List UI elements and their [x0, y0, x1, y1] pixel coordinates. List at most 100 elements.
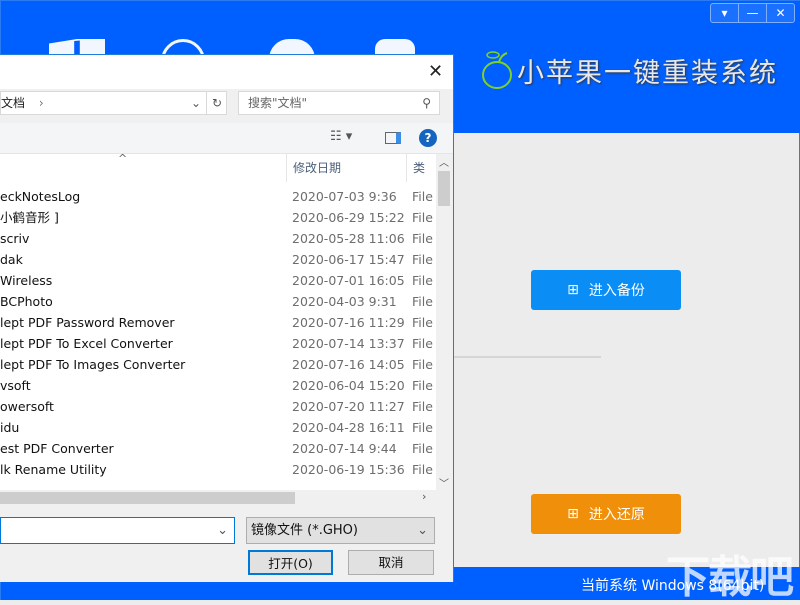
scroll-up-icon[interactable]: ︿: [436, 154, 452, 171]
file-row[interactable]: idu 2020-04-28 16:11 File: [0, 417, 436, 438]
breadcrumb-chevron-icon[interactable]: ›: [39, 96, 44, 110]
file-row[interactable]: BCPhoto 2020-04-03 9:31 File: [0, 291, 436, 312]
file-date: 2020-04-03 9:31: [292, 294, 397, 309]
windows-icon: ⊞: [567, 282, 579, 298]
file-row[interactable]: eckNotesLog 2020-07-03 9:36 File: [0, 186, 436, 207]
file-name: lk Rename Utility: [0, 462, 107, 477]
view-options-icon[interactable]: ☷ ▾: [330, 129, 352, 144]
file-name: owersoft: [0, 399, 54, 414]
search-input[interactable]: 搜索"文档" ⚲: [238, 91, 440, 115]
file-name: lept PDF To Images Converter: [0, 357, 186, 372]
file-list: ^ 修改日期 类型 eckNotesLog 2020-07-03 9:36 File…: [0, 154, 436, 490]
file-date: 2020-06-17 15:47: [292, 252, 405, 267]
divider: [453, 356, 601, 358]
windows-icon: ⊞: [567, 506, 579, 522]
file-type: File: [412, 357, 433, 372]
filename-input[interactable]: ⌄: [0, 517, 235, 544]
file-type-select[interactable]: 镜像文件 (*.GHO) ⌄: [246, 517, 435, 544]
address-bar[interactable]: 文档 › ⌄ ↻: [0, 91, 227, 115]
dialog-close-button[interactable]: ✕: [428, 61, 443, 82]
file-name: 小鹤音形 ]: [0, 210, 59, 225]
hscroll-thumb[interactable]: [0, 492, 295, 504]
file-row[interactable]: Wireless 2020-07-01 16:05 File: [0, 270, 436, 291]
apple-icon: [482, 51, 512, 89]
file-row[interactable]: lept PDF Password Remover 2020-07-16 11:2…: [0, 312, 436, 333]
file-date: 2020-07-03 9:36: [292, 189, 397, 204]
app-title: 小苹果一键重装系统: [517, 57, 778, 89]
file-type: File: [412, 399, 433, 414]
vertical-scrollbar[interactable]: ︿ ﹀: [436, 154, 452, 490]
watermark-logo: 下载吧: [666, 552, 794, 603]
file-date: 2020-04-28 16:11: [292, 420, 405, 435]
open-file-dialog: ✕ 文档 › ⌄ ↻ 搜索"文档" ⚲ ☷ ▾ ? ^ 修改日期 类型 eckN…: [0, 54, 454, 582]
sort-caret-icon: ^: [118, 154, 128, 165]
chevron-down-icon[interactable]: ⌄: [417, 518, 428, 543]
file-row[interactable]: vsoft 2020-06-04 15:20 File: [0, 375, 436, 396]
file-type: File: [412, 420, 433, 435]
file-date: 2020-06-04 15:20: [292, 378, 405, 393]
open-button[interactable]: 打开(O): [248, 550, 333, 575]
file-type: File: [412, 231, 433, 246]
menu-dropdown-button[interactable]: ▾: [711, 4, 739, 22]
search-icon[interactable]: ⚲: [422, 92, 431, 114]
file-name: scriv: [0, 231, 30, 246]
preview-pane-icon[interactable]: [385, 132, 401, 144]
horizontal-scrollbar[interactable]: ›: [0, 490, 436, 506]
file-type: File: [412, 441, 433, 456]
file-type: File: [412, 252, 433, 267]
file-name: lept PDF Password Remover: [0, 315, 175, 330]
file-date: 2020-07-16 11:29: [292, 315, 405, 330]
file-name: lept PDF To Excel Converter: [0, 336, 173, 351]
file-row[interactable]: dak 2020-06-17 15:47 File: [0, 249, 436, 270]
backup-button[interactable]: ⊞ 进入备份: [531, 270, 681, 310]
refresh-icon[interactable]: ↻: [206, 92, 227, 114]
window-controls: ▾ — ✕: [710, 3, 795, 23]
file-row[interactable]: owersoft 2020-07-20 11:27 File: [0, 396, 436, 417]
file-row[interactable]: scriv 2020-05-28 11:06 File: [0, 228, 436, 249]
file-date: 2020-07-16 14:05: [292, 357, 405, 372]
file-row[interactable]: lept PDF To Images Converter 2020-07-16 1…: [0, 354, 436, 375]
file-name: Wireless: [0, 273, 53, 288]
file-date: 2020-06-29 15:22: [292, 210, 405, 225]
close-button[interactable]: ✕: [767, 4, 794, 22]
restore-button[interactable]: ⊞ 进入还原: [531, 494, 681, 534]
address-folder[interactable]: 文档: [1, 96, 25, 110]
file-row[interactable]: lk Rename Utility 2020-06-19 15:36 File: [0, 459, 436, 480]
file-date: 2020-07-01 16:05: [292, 273, 405, 288]
file-type: File: [412, 336, 433, 351]
help-icon[interactable]: ?: [419, 129, 437, 147]
cancel-button[interactable]: 取消: [348, 550, 434, 575]
scroll-down-icon[interactable]: ﹀: [436, 475, 452, 490]
file-name: BCPhoto: [0, 294, 53, 309]
file-date: 2020-07-14 13:37: [292, 336, 405, 351]
column-date[interactable]: 修改日期: [286, 154, 406, 182]
file-row[interactable]: est PDF Converter 2020-07-14 9:44 File: [0, 438, 436, 459]
file-name: idu: [0, 420, 20, 435]
file-date: 2020-06-19 15:36: [292, 462, 405, 477]
file-row[interactable]: lept PDF To Excel Converter 2020-07-14 13…: [0, 333, 436, 354]
search-placeholder: 搜索"文档": [248, 96, 308, 110]
column-type[interactable]: 类型: [406, 154, 436, 182]
file-date: 2020-05-28 11:06: [292, 231, 405, 246]
file-type-value: 镜像文件 (*.GHO): [251, 523, 358, 538]
chevron-down-icon[interactable]: ⌄: [217, 518, 228, 543]
chevron-down-icon[interactable]: ⌄: [191, 92, 201, 114]
file-date: 2020-07-20 11:27: [292, 399, 405, 414]
file-type: File: [412, 294, 433, 309]
file-type: File: [412, 210, 433, 225]
app-logo: 小苹果一键重装系统: [481, 49, 778, 91]
minimize-button[interactable]: —: [739, 4, 767, 22]
file-name: dak: [0, 252, 23, 267]
backup-label: 进入备份: [588, 283, 645, 299]
dialog-toolbar: ☷ ▾ ?: [0, 123, 453, 154]
file-name: est PDF Converter: [0, 441, 114, 456]
file-row[interactable]: 小鹤音形 ] 2020-06-29 15:22 File: [0, 207, 436, 228]
scroll-right-icon[interactable]: ›: [422, 490, 426, 503]
file-type: File: [412, 273, 433, 288]
file-name: vsoft: [0, 378, 31, 393]
file-date: 2020-07-14 9:44: [292, 441, 397, 456]
file-type: File: [412, 378, 433, 393]
file-type: File: [412, 189, 433, 204]
dialog-titlebar: ✕: [0, 55, 453, 89]
scroll-thumb[interactable]: [438, 171, 450, 206]
